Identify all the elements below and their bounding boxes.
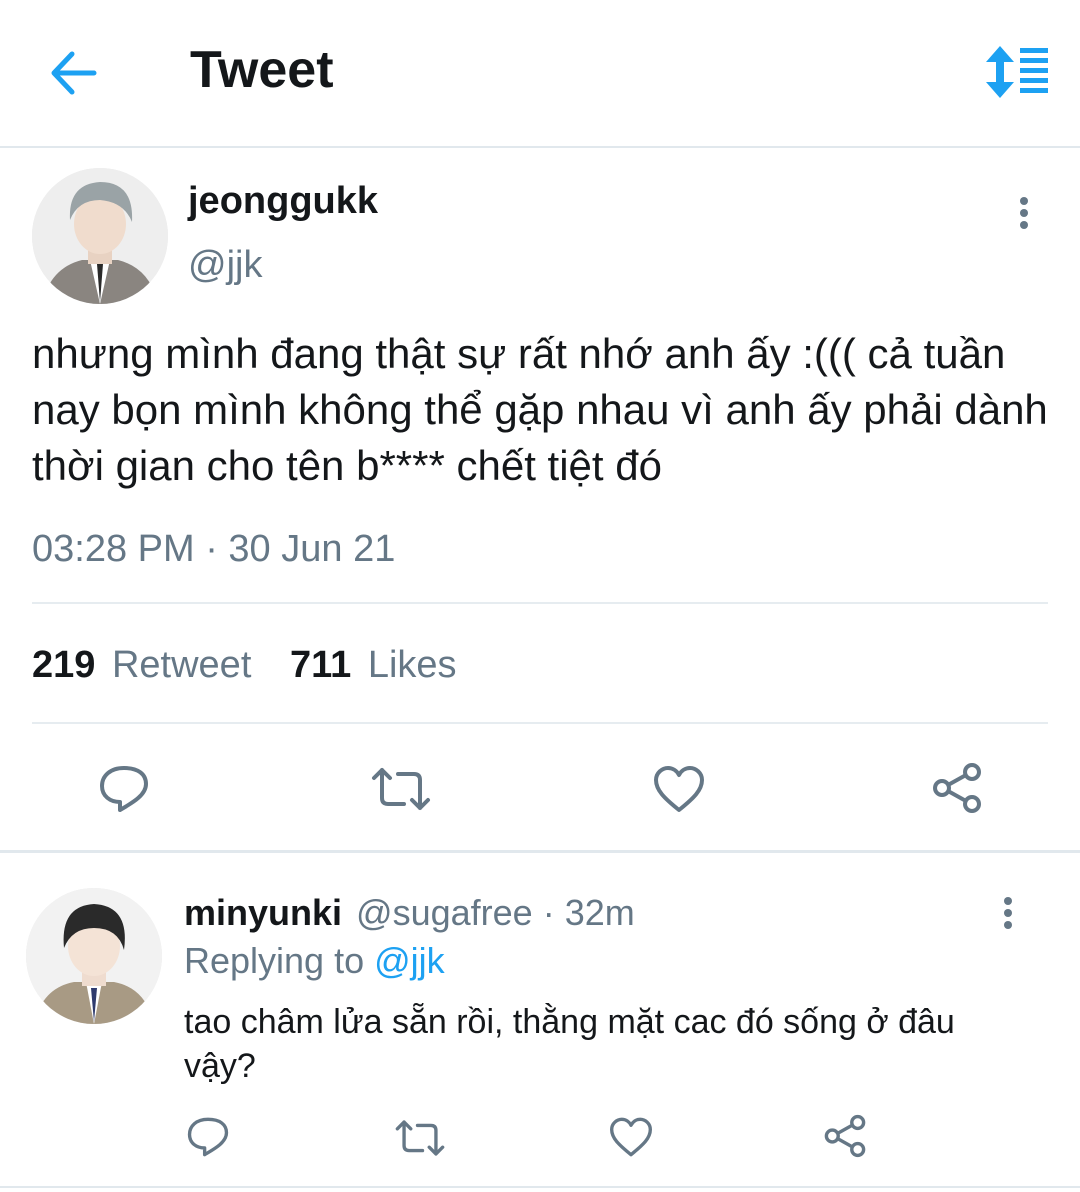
arrow-left-icon[interactable] (50, 50, 98, 96)
sort-list-icon[interactable] (984, 46, 1050, 98)
reply-header: minyunki @sugafree · 32m (184, 892, 635, 934)
section-separator (0, 850, 1080, 853)
display-name[interactable]: jeonggukk (188, 180, 378, 223)
reply-text: tao châm lửa sẵn rồi, thằng mặt cac đó s… (184, 1003, 955, 1085)
app-header: Tweet (0, 0, 1080, 148)
page-title: Tweet (190, 41, 334, 99)
retweet-count[interactable]: 219 (32, 644, 95, 686)
reply-like-icon[interactable] (608, 1116, 654, 1158)
reply-retweet-icon[interactable] (394, 1118, 446, 1158)
divider (32, 722, 1048, 724)
bottom-separator (0, 1186, 1080, 1188)
reply-display-name[interactable]: minyunki (184, 892, 342, 933)
retweet-label[interactable]: Retweet (112, 644, 251, 686)
tweet-timestamp[interactable]: 03:28 PM · 30 Jun 21 (32, 528, 395, 571)
replying-to: Replying to @jjk (184, 940, 445, 982)
replying-to-handle[interactable]: @jjk (374, 940, 445, 981)
like-label[interactable]: Likes (368, 644, 457, 686)
tweet-text: nhưng mình đang thật sự rất nhớ anh ấy :… (32, 330, 1048, 489)
reply-reply-icon[interactable] (186, 1116, 230, 1158)
reply-handle[interactable]: @sugafree (356, 892, 533, 933)
retweet-icon[interactable] (370, 766, 432, 812)
more-options-icon[interactable] (1018, 196, 1030, 230)
reply-share-icon[interactable] (822, 1114, 868, 1158)
avatar[interactable] (32, 168, 168, 304)
reply-time[interactable]: · 32m (543, 892, 635, 933)
divider (32, 602, 1048, 604)
handle[interactable]: @jjk (188, 244, 262, 287)
reply-icon[interactable] (98, 764, 150, 814)
like-icon[interactable] (652, 764, 706, 814)
replying-to-label: Replying to (184, 940, 365, 981)
share-icon[interactable] (930, 762, 984, 814)
engagement-stats: 219 Retweet 711 Likes (32, 644, 457, 687)
reply-avatar[interactable] (26, 888, 162, 1024)
reply-more-options-icon[interactable] (1002, 896, 1014, 930)
like-count[interactable]: 711 (290, 644, 351, 686)
